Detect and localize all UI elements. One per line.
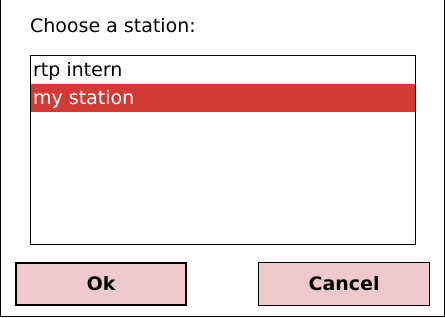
station-list-item-my-station[interactable]: my station [31,84,415,112]
station-listbox[interactable]: rtp intern my station [30,55,416,245]
cancel-button[interactable]: Cancel [258,262,430,306]
dialog-prompt: Choose a station: [30,15,196,37]
station-list-item-rtp-intern[interactable]: rtp intern [31,56,415,84]
station-dialog: Choose a station: rtp intern my station … [0,0,445,317]
ok-button[interactable]: Ok [15,262,187,306]
